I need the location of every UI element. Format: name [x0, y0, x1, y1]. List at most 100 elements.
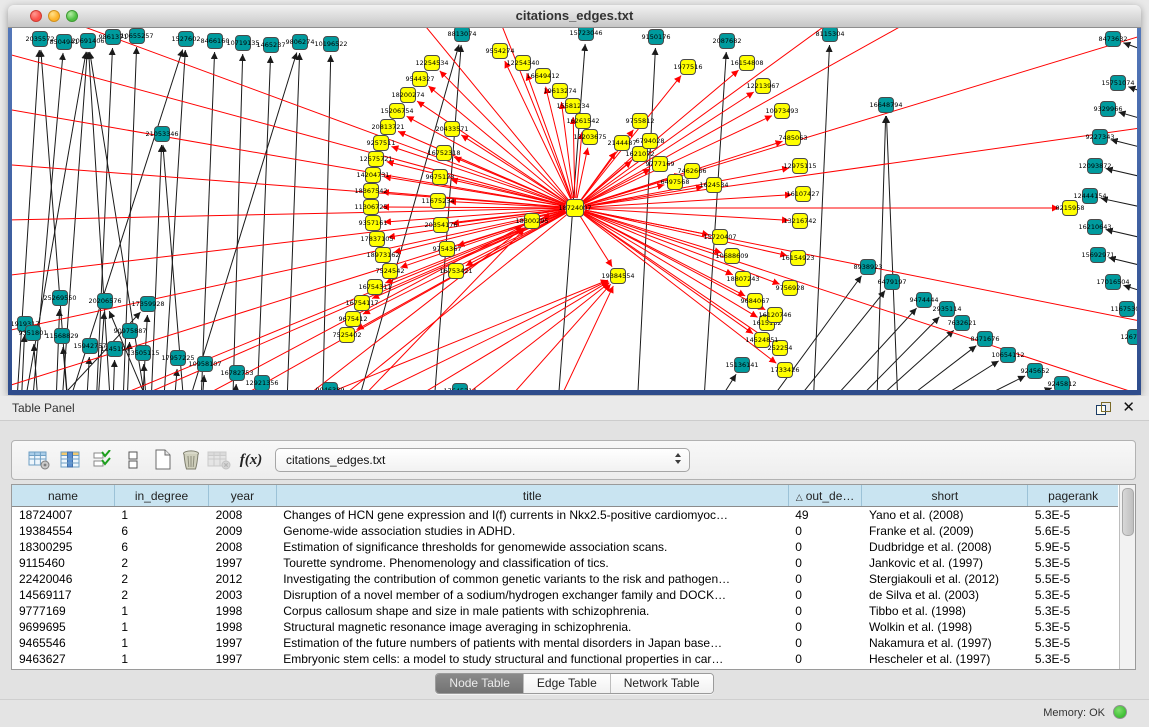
graph-node[interactable]: 9755812 — [626, 114, 655, 129]
delete-column-icon[interactable] — [178, 447, 204, 473]
graph-node[interactable]: 8466160 — [201, 34, 230, 49]
graph-node[interactable]: 12093872 — [1078, 159, 1111, 174]
graph-node[interactable]: 17645314 — [443, 384, 476, 391]
graph-node[interactable]: 15720407 — [703, 230, 736, 245]
graph-node[interactable]: 9257511 — [367, 136, 396, 151]
graph-node[interactable]: 12213967 — [746, 79, 779, 94]
table-row[interactable]: 2242004622012Investigating the contribut… — [12, 571, 1118, 587]
table-row[interactable]: 1872400712008Changes of HCN gene express… — [12, 507, 1118, 524]
graph-node[interactable]: 16210643 — [1078, 220, 1111, 235]
graph-node[interactable]: 8215958 — [1056, 201, 1085, 216]
graph-node[interactable]: 9329966 — [1094, 102, 1123, 117]
graph-node[interactable]: 9046389 — [316, 383, 345, 391]
graph-node[interactable]: 8115304 — [816, 28, 845, 42]
graph-node[interactable]: 9245812 — [1048, 377, 1077, 391]
graph-node[interactable]: 7485063 — [779, 131, 808, 146]
graph-node[interactable]: 8938923 — [854, 260, 883, 275]
graph-node[interactable]: 8813074 — [448, 28, 477, 42]
graph-node[interactable]: 8471676 — [971, 332, 1000, 347]
graph-node[interactable]: 1465237 — [257, 38, 286, 53]
column-header-year[interactable]: year — [209, 485, 277, 507]
graph-node[interactable]: 9227343 — [1086, 130, 1115, 145]
float-panel-icon[interactable] — [1096, 402, 1109, 414]
table-selector-dropdown[interactable]: citations_edges.txt — [275, 448, 690, 472]
graph-node[interactable]: 16261542 — [566, 114, 599, 129]
table-row[interactable]: 1456911722003Disruption of a novel membe… — [12, 587, 1118, 603]
graph-node[interactable]: 10196522 — [314, 37, 347, 52]
table-row[interactable]: 911546021997Tourette syndrome. Phenomeno… — [12, 555, 1118, 571]
tab-node-table[interactable]: Node Table — [436, 674, 523, 693]
graph-node[interactable]: 21053346 — [145, 127, 178, 142]
graph-node[interactable]: 12254340 — [506, 56, 539, 71]
scrollbar-thumb[interactable] — [1122, 488, 1134, 536]
column-header-short[interactable]: short — [862, 485, 1028, 507]
table-row[interactable]: 1938455462009Genome-wide association stu… — [12, 523, 1118, 539]
graph-node[interactable]: 18200274 — [391, 88, 424, 103]
close-panel-icon[interactable]: ✕ — [1122, 398, 1135, 416]
graph-node[interactable]: 11675309 — [1110, 302, 1137, 317]
table-row[interactable]: 1830029562008Estimation of significance … — [12, 539, 1118, 555]
graph-node[interactable]: 6479197 — [878, 275, 907, 290]
tab-network-table[interactable]: Network Table — [610, 674, 713, 693]
graph-node[interactable]: 16154808 — [730, 56, 763, 71]
graph-node[interactable]: 9544327 — [406, 72, 435, 87]
graph-node[interactable]: 1267345 — [1121, 330, 1137, 345]
graph-node[interactable]: 14204731 — [356, 168, 389, 183]
graph-node[interactable]: 2087682 — [713, 34, 742, 49]
column-header-name[interactable]: name — [12, 485, 114, 507]
graph-node[interactable]: 9806274 — [286, 35, 315, 50]
select-columns-icon[interactable] — [90, 447, 116, 473]
graph-node[interactable]: 20354176 — [424, 218, 457, 233]
graph-node[interactable]: 17359928 — [131, 297, 164, 312]
graph-node[interactable]: 10654112 — [991, 348, 1024, 363]
graph-node[interactable]: 8473632 — [1099, 32, 1128, 47]
graph-node[interactable]: 17016504 — [1096, 275, 1129, 290]
graph-node[interactable]: 15206754 — [380, 104, 413, 119]
graph-node[interactable]: 12575721 — [359, 152, 392, 167]
graph-node[interactable]: 15136141 — [725, 358, 758, 373]
function-builder-icon[interactable]: f(x) — [238, 447, 264, 473]
graph-node[interactable]: 15581234 — [556, 99, 589, 114]
graph-node[interactable]: 18973162 — [366, 248, 399, 263]
graph-node[interactable]: 15723046 — [569, 28, 602, 41]
graph-node[interactable]: 1527602 — [172, 32, 201, 47]
graph-node[interactable]: 1733426 — [771, 363, 800, 378]
graph-node[interactable]: 7524542 — [376, 264, 405, 279]
graph-node[interactable]: 9150176 — [642, 30, 671, 45]
graph-node[interactable]: 12254534 — [415, 56, 448, 71]
memory-status-indicator[interactable] — [1113, 705, 1127, 719]
column-header-title[interactable]: title — [276, 485, 788, 507]
table-row[interactable]: 969969511998Structural magnetic resonanc… — [12, 619, 1118, 635]
graph-node[interactable]: 12975115 — [783, 159, 816, 174]
show-columns-icon[interactable] — [58, 447, 84, 473]
network-graph[interactable]: 2035572850494120691406986137110655257152… — [12, 28, 1137, 390]
graph-node[interactable]: 20206576 — [88, 294, 121, 309]
graph-node[interactable]: 17837105 — [360, 232, 393, 247]
table-scrollbar[interactable] — [1119, 485, 1135, 669]
graph-node[interactable]: 13505115 — [126, 346, 159, 361]
table-row[interactable]: 977716911998Corpus callosum shape and si… — [12, 603, 1118, 619]
table-row[interactable]: 946362711997Embryonic stem cells: a mode… — [12, 651, 1118, 667]
graph-node[interactable]: 13216742 — [783, 214, 816, 229]
graph-node[interactable]: 12444154 — [1073, 189, 1106, 204]
table-options-icon[interactable] — [26, 447, 52, 473]
graph-node[interactable]: 18367542 — [354, 184, 387, 199]
column-header-out-degree[interactable]: △out_de… — [788, 485, 862, 507]
graph-node[interactable]: 1977516 — [674, 60, 703, 75]
column-header-pagerank[interactable]: pagerank — [1028, 485, 1118, 507]
graph-node[interactable]: 15692971 — [1081, 248, 1114, 263]
column-header-in-degree[interactable]: in_degree — [114, 485, 208, 507]
graph-node[interactable]: 16107427 — [786, 187, 819, 202]
graph-node[interactable]: 10719135 — [226, 36, 259, 51]
network-canvas[interactable]: 2035572850494120691406986137110655257152… — [12, 28, 1137, 390]
graph-node[interactable]: 10688609 — [715, 249, 748, 264]
graph-node[interactable]: 16649412 — [526, 69, 559, 84]
tab-edge-table[interactable]: Edge Table — [523, 674, 610, 693]
graph-node[interactable]: 25269550 — [43, 291, 76, 306]
graph-node[interactable]: 2144487 — [608, 136, 637, 151]
network-window-titlebar[interactable]: citations_edges.txt — [8, 5, 1141, 28]
graph-node[interactable]: 16154923 — [781, 251, 814, 266]
graph-node[interactable]: 15751074 — [1101, 76, 1134, 91]
row-height-icon[interactable] — [120, 447, 146, 473]
graph-node[interactable]: 10655257 — [120, 29, 153, 44]
